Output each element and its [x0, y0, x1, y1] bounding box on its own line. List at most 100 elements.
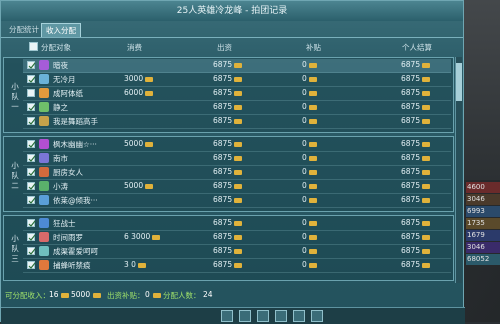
table-row[interactable]: 时间雨罗 6 3000 6875 0 6875: [23, 231, 451, 245]
class-icon: [39, 139, 49, 149]
output-value: 6875: [213, 232, 243, 241]
row-checkbox[interactable]: [27, 75, 36, 83]
row-checkbox[interactable]: [27, 182, 36, 190]
class-icon: [39, 218, 49, 228]
tab-bar: 分配统计 收入分配: [1, 21, 463, 38]
output-value: 6875: [213, 167, 243, 176]
gold-icon: [422, 183, 431, 189]
table-row[interactable]: 厨房女人 6875 0 6875: [23, 166, 451, 180]
action-slot[interactable]: [293, 310, 305, 322]
gold-icon: [234, 62, 243, 68]
gold-icon: [308, 262, 317, 268]
gold-icon: [145, 90, 154, 96]
table-row[interactable]: 枫木幽幽☆··· 5000 6875 0 6875: [23, 138, 451, 152]
side-item: 1735: [466, 218, 500, 229]
table-row[interactable]: 依莱@倾我··· 6875 0 6875: [23, 194, 451, 208]
vertical-scrollbar[interactable]: [455, 57, 462, 283]
class-icon: [39, 181, 49, 191]
gold-icon: [422, 118, 431, 124]
action-bar: [1, 307, 465, 324]
tab-distribution-stats[interactable]: 分配统计: [5, 23, 43, 36]
scrollbar-thumb[interactable]: [456, 63, 462, 101]
table-row[interactable]: 暗夜 6875 0 6875: [23, 59, 451, 73]
output-value: 6875: [213, 153, 243, 162]
side-item: 1679: [466, 230, 500, 241]
gold-icon: [308, 248, 317, 254]
gold-icon: [234, 183, 243, 189]
gold-icon: [151, 290, 161, 299]
row-checkbox[interactable]: [27, 103, 36, 111]
personal-value: 6875: [401, 167, 431, 176]
subsidy-value: 0: [302, 102, 317, 111]
class-icon: [39, 260, 49, 270]
gold-icon: [422, 104, 431, 110]
consume-value: 3000: [124, 74, 154, 83]
side-item: 3046: [466, 242, 500, 253]
gold-icon: [422, 141, 431, 147]
gold-icon: [308, 104, 317, 110]
row-checkbox[interactable]: [27, 219, 36, 227]
table-row[interactable]: 小涛 5000 6875 0 6875: [23, 180, 451, 194]
action-slot[interactable]: [311, 310, 323, 322]
row-checkbox[interactable]: [27, 168, 36, 176]
row-checkbox[interactable]: [27, 140, 36, 148]
action-slot[interactable]: [221, 310, 233, 322]
class-icon: [39, 116, 49, 126]
row-checkbox[interactable]: [27, 247, 36, 255]
personal-value: 6875: [401, 116, 431, 125]
table-row[interactable]: 静之 6875 0 6875: [23, 101, 451, 115]
member-name: 依莱@倾我···: [53, 196, 98, 205]
row-checkbox[interactable]: [27, 233, 36, 241]
output-value: 6875: [213, 60, 243, 69]
action-slot[interactable]: [257, 310, 269, 322]
member-name: 小涛: [53, 182, 68, 191]
subsidy-value: 0: [302, 232, 317, 241]
table-header: 分配对象 消费 出资 补贴 个人结算: [29, 39, 457, 55]
class-icon: [39, 60, 49, 70]
gold-icon: [234, 155, 243, 161]
member-name: 成渠霍爱呵呵: [53, 247, 98, 256]
member-name: 狂战士: [53, 219, 76, 228]
gold-icon: [308, 183, 317, 189]
consume-value: 6 3000: [124, 232, 161, 241]
group-2-label: 小队二: [11, 161, 19, 190]
personal-value: 6875: [401, 102, 431, 111]
class-icon: [39, 246, 49, 256]
subsidy-value: 0: [302, 246, 317, 255]
class-icon: [39, 167, 49, 177]
table-row[interactable]: 成渠霍爱呵呵 6875 0 6875: [23, 245, 451, 259]
table-row[interactable]: 成阿体纸 6000 6875 0 6875: [23, 87, 451, 101]
group-3-label: 小队三: [11, 234, 19, 263]
tab-income-distribution[interactable]: 收入分配: [41, 23, 81, 37]
side-value-list: 4600 3046 6993 1735 1679 3046 68052: [466, 182, 500, 266]
action-slot[interactable]: [275, 310, 287, 322]
table-row[interactable]: 捕蜂听禁痕 3 0 6875 0 6875: [23, 259, 451, 273]
gold-icon: [422, 76, 431, 82]
gold-icon: [308, 76, 317, 82]
subsidy-label: 出资补贴：: [107, 291, 145, 300]
side-item: 68052: [466, 254, 500, 265]
action-slot[interactable]: [239, 310, 251, 322]
gold-icon: [234, 76, 243, 82]
row-checkbox[interactable]: [27, 261, 36, 269]
table-row[interactable]: 我是舞蹈高手 6875 0 6875: [23, 115, 451, 129]
income-count: 16: [49, 290, 59, 299]
consume-value: 5000: [124, 139, 154, 148]
row-checkbox[interactable]: [27, 61, 36, 69]
gold-icon: [308, 90, 317, 96]
class-icon: [39, 102, 49, 112]
header-personal: 个人结算: [402, 43, 432, 52]
row-checkbox[interactable]: [27, 154, 36, 162]
header-checkbox[interactable]: [29, 42, 38, 53]
table-row[interactable]: 无冷月 3000 6875 0 6875: [23, 73, 451, 87]
personal-value: 6875: [401, 139, 431, 148]
table-row[interactable]: 南市 6875 0 6875: [23, 152, 451, 166]
table-row[interactable]: 狂战士 6875 0 6875: [23, 217, 451, 231]
income-amount: 5000: [71, 290, 91, 299]
side-item: 4600: [466, 182, 500, 193]
row-checkbox[interactable]: [27, 196, 36, 204]
output-value: 6875: [213, 102, 243, 111]
subsidy-value: 0: [145, 290, 150, 299]
row-checkbox[interactable]: [27, 117, 36, 125]
row-checkbox[interactable]: [27, 89, 35, 97]
